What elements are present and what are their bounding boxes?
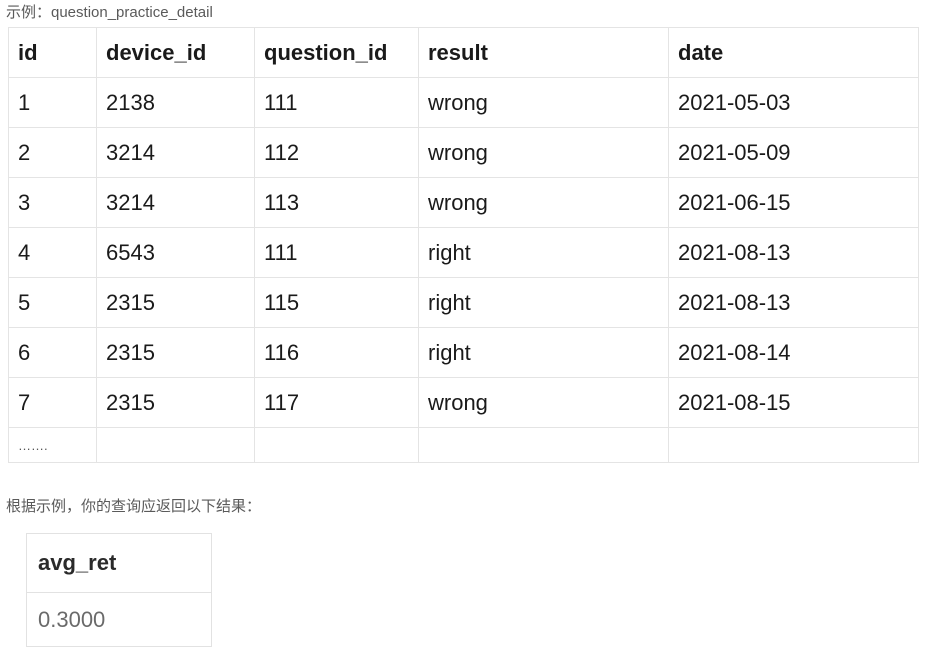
cell-id: 5 <box>8 277 97 328</box>
cell-result: wrong <box>418 77 669 128</box>
empty-cell <box>668 427 919 463</box>
column-header-device-id: device_id <box>96 27 255 78</box>
table-row: 1 2138 111 wrong 2021-05-03 <box>8 77 919 128</box>
question-practice-detail-table: id device_id question_id result date 1 2… <box>8 27 919 463</box>
cell-result: right <box>418 227 669 278</box>
column-header-id: id <box>8 27 97 78</box>
cell-result: wrong <box>418 377 669 428</box>
cell-id: 2 <box>8 127 97 178</box>
cell-device-id: 3214 <box>96 127 255 178</box>
cell-question-id: 116 <box>254 327 419 378</box>
column-header-result: result <box>418 27 669 78</box>
cell-date: 2021-08-14 <box>668 327 919 378</box>
table-header-row: id device_id question_id result date <box>8 27 919 78</box>
cell-date: 2021-06-15 <box>668 177 919 228</box>
table-row: 3 3214 113 wrong 2021-06-15 <box>8 177 919 228</box>
cell-id: 6 <box>8 327 97 378</box>
table-row: 2 3214 112 wrong 2021-05-09 <box>8 127 919 178</box>
table-row: 5 2315 115 right 2021-08-13 <box>8 277 919 328</box>
cell-device-id: 6543 <box>96 227 255 278</box>
cell-id: 3 <box>8 177 97 228</box>
cell-date: 2021-05-03 <box>668 77 919 128</box>
empty-cell <box>418 427 669 463</box>
cell-question-id: 117 <box>254 377 419 428</box>
table-row: 7 2315 117 wrong 2021-08-15 <box>8 377 919 428</box>
cell-device-id: 2315 <box>96 327 255 378</box>
cell-result: right <box>418 277 669 328</box>
table-row: 4 6543 111 right 2021-08-13 <box>8 227 919 278</box>
result-table: avg_ret 0.3000 <box>26 533 212 647</box>
column-header-avg-ret: avg_ret <box>26 533 212 593</box>
column-header-date: date <box>668 27 919 78</box>
cell-device-id: 2315 <box>96 277 255 328</box>
table-row: 6 2315 116 right 2021-08-14 <box>8 327 919 378</box>
cell-id: 7 <box>8 377 97 428</box>
cell-question-id: 112 <box>254 127 419 178</box>
cell-device-id: 2315 <box>96 377 255 428</box>
cell-question-id: 111 <box>254 227 419 278</box>
cell-avg-ret: 0.3000 <box>26 592 212 647</box>
cell-question-id: 113 <box>254 177 419 228</box>
example-caption: 示例：question_practice_detail <box>6 4 213 21</box>
cell-question-id: 115 <box>254 277 419 328</box>
cell-date: 2021-08-13 <box>668 227 919 278</box>
cell-device-id: 3214 <box>96 177 255 228</box>
cell-date: 2021-05-09 <box>668 127 919 178</box>
cell-result: wrong <box>418 177 669 228</box>
cell-result: right <box>418 327 669 378</box>
cell-date: 2021-08-15 <box>668 377 919 428</box>
cell-id: 1 <box>8 77 97 128</box>
empty-cell <box>96 427 255 463</box>
cell-date: 2021-08-13 <box>668 277 919 328</box>
cell-result: wrong <box>418 127 669 178</box>
cell-question-id: 111 <box>254 77 419 128</box>
ellipsis-cell: ……. <box>8 427 97 463</box>
result-header-row: avg_ret <box>26 533 212 593</box>
cell-id: 4 <box>8 227 97 278</box>
column-header-question-id: question_id <box>254 27 419 78</box>
empty-cell <box>254 427 419 463</box>
table-row: 0.3000 <box>26 592 212 647</box>
cell-device-id: 2138 <box>96 77 255 128</box>
result-caption: 根据示例，你的查询应返回以下结果： <box>6 498 262 515</box>
table-row-ellipsis: ……. <box>8 427 919 463</box>
